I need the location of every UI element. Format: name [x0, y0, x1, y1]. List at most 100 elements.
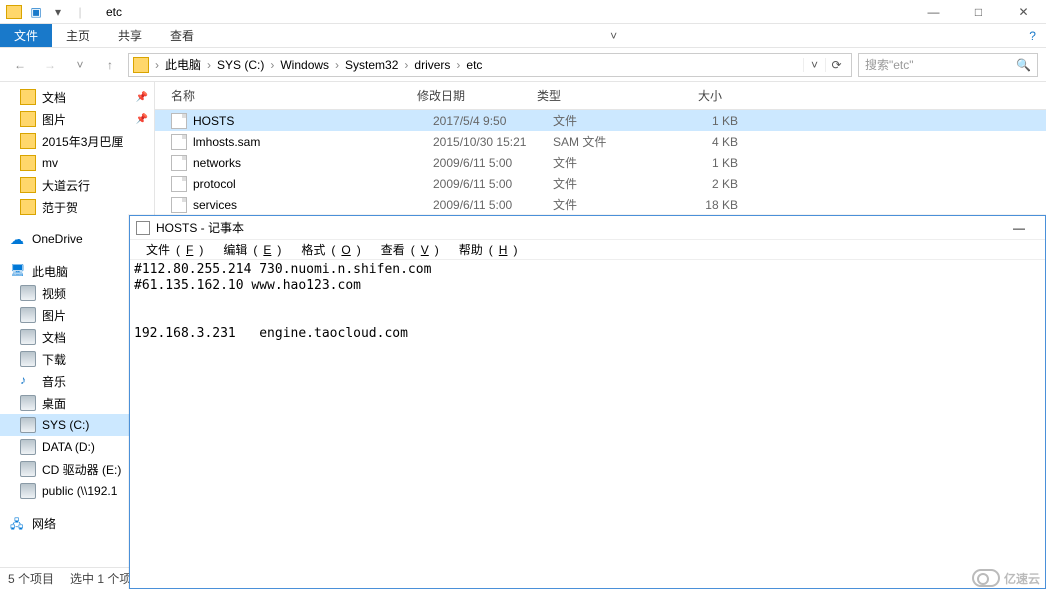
- address-row: ← → ˅ ↑ › 此电脑 › SYS (C:) › Windows › Sys…: [0, 48, 1046, 82]
- ribbon: 文件 主页 共享 查看 ˅ ?: [0, 24, 1046, 48]
- file-name: HOSTS: [193, 114, 433, 128]
- downloads-icon: [20, 351, 36, 367]
- onedrive-icon: ☁: [10, 231, 26, 247]
- table-row[interactable]: networks2009/6/11 5:00文件1 KB: [155, 152, 1046, 173]
- drive-icon: [20, 439, 36, 455]
- search-icon[interactable]: 🔍: [1016, 58, 1031, 72]
- sidebar-item-folder[interactable]: 2015年3月巴厘: [0, 130, 154, 152]
- chevron-right-icon[interactable]: ›: [207, 58, 211, 72]
- folder-icon: [20, 177, 36, 193]
- file-date: 2009/6/11 5:00: [433, 156, 553, 170]
- address-dropdown-icon[interactable]: ˅: [803, 58, 825, 72]
- menu-file[interactable]: 文件(F): [134, 241, 209, 258]
- qat-dropdown-icon[interactable]: ▾: [50, 4, 66, 20]
- file-type: 文件: [553, 175, 663, 192]
- breadcrumb[interactable]: drivers: [410, 58, 454, 72]
- chevron-right-icon[interactable]: ›: [404, 58, 408, 72]
- tab-view[interactable]: 查看: [156, 24, 208, 47]
- folder-icon: [20, 89, 36, 105]
- ribbon-help-icon[interactable]: ?: [1019, 24, 1046, 47]
- table-row[interactable]: services2009/6/11 5:00文件18 KB: [155, 194, 1046, 215]
- col-size[interactable]: 大小: [647, 87, 722, 104]
- sidebar-item-pictures[interactable]: 图片📌: [0, 108, 154, 130]
- tab-home[interactable]: 主页: [52, 24, 104, 47]
- search-input[interactable]: 搜索"etc" 🔍: [858, 53, 1038, 77]
- nav-forward-button[interactable]: →: [38, 53, 62, 77]
- nav-up-button[interactable]: ↑: [98, 53, 122, 77]
- network-icon: 🖧: [10, 515, 26, 531]
- file-date: 2009/6/11 5:00: [433, 177, 553, 191]
- breadcrumb[interactable]: 此电脑: [161, 56, 205, 73]
- notepad-menu[interactable]: 文件(F) 编辑(E) 格式(O) 查看(V) 帮助(H): [130, 240, 1045, 260]
- refresh-icon[interactable]: ⟳: [825, 58, 847, 72]
- watermark-logo-icon: [972, 569, 1000, 587]
- col-name[interactable]: 名称: [171, 87, 417, 104]
- chevron-right-icon[interactable]: ›: [456, 58, 460, 72]
- videos-icon: [20, 285, 36, 301]
- breadcrumb[interactable]: SYS (C:): [213, 58, 268, 72]
- folder-icon: [6, 4, 22, 20]
- close-button[interactable]: ✕: [1001, 0, 1046, 24]
- folder-icon: [20, 155, 36, 171]
- sidebar-item-folder[interactable]: 大道云行: [0, 174, 154, 196]
- breadcrumb[interactable]: Windows: [276, 58, 333, 72]
- notepad-titlebar[interactable]: HOSTS - 记事本 —: [130, 216, 1045, 240]
- ribbon-expand-icon[interactable]: ˅: [600, 24, 627, 47]
- music-icon: ♪: [20, 373, 36, 389]
- drive-icon: [20, 417, 36, 433]
- file-date: 2009/6/11 5:00: [433, 198, 553, 212]
- desktop-icon: [20, 395, 36, 411]
- sidebar-item-documents[interactable]: 文档📌: [0, 86, 154, 108]
- nav-history-dropdown[interactable]: ˅: [68, 53, 92, 77]
- notepad-title: HOSTS - 记事本: [156, 219, 244, 236]
- file-icon: [171, 197, 187, 213]
- chevron-right-icon[interactable]: ›: [335, 58, 339, 72]
- file-type: 文件: [553, 196, 663, 213]
- chevron-right-icon[interactable]: ›: [270, 58, 274, 72]
- pictures-icon: [20, 307, 36, 323]
- tab-share[interactable]: 共享: [104, 24, 156, 47]
- minimize-button[interactable]: —: [911, 0, 956, 24]
- sidebar-item-folder[interactable]: mv: [0, 152, 154, 174]
- notepad-icon: [136, 221, 150, 235]
- table-row[interactable]: HOSTS2017/5/4 9:50文件1 KB: [155, 110, 1046, 131]
- watermark: 亿速云: [972, 569, 1040, 587]
- folder-icon: [20, 199, 36, 215]
- folder-icon: [20, 133, 36, 149]
- table-row[interactable]: protocol2009/6/11 5:00文件2 KB: [155, 173, 1046, 194]
- chevron-right-icon[interactable]: ›: [155, 58, 159, 72]
- network-drive-icon: [20, 483, 36, 499]
- pc-icon: 🖥: [10, 263, 26, 279]
- column-header[interactable]: 名称 修改日期 类型 大小: [155, 82, 1046, 110]
- notepad-textarea[interactable]: #112.80.255.214 730.nuomi.n.shifen.com #…: [130, 260, 1045, 588]
- file-type: SAM 文件: [553, 133, 663, 150]
- tab-file[interactable]: 文件: [0, 24, 52, 47]
- nav-back-button[interactable]: ←: [8, 53, 32, 77]
- cd-icon: [20, 461, 36, 477]
- file-name: protocol: [193, 177, 433, 191]
- file-date: 2015/10/30 15:21: [433, 135, 553, 149]
- explorer-titlebar: ▣ ▾ | etc — □ ✕: [0, 0, 1046, 24]
- table-row[interactable]: lmhosts.sam2015/10/30 15:21SAM 文件4 KB: [155, 131, 1046, 152]
- col-date[interactable]: 修改日期: [417, 87, 537, 104]
- window-title: etc: [106, 5, 122, 19]
- menu-view[interactable]: 查看(V): [369, 241, 445, 258]
- breadcrumb[interactable]: etc: [462, 58, 486, 72]
- search-placeholder: 搜索"etc": [865, 56, 914, 73]
- col-type[interactable]: 类型: [537, 87, 647, 104]
- menu-edit[interactable]: 编辑(E): [211, 241, 287, 258]
- qat-sep-icon: |: [72, 4, 88, 20]
- file-size: 1 KB: [663, 156, 738, 170]
- file-name: lmhosts.sam: [193, 135, 433, 149]
- menu-help[interactable]: 帮助(H): [447, 241, 524, 258]
- qat-props-icon[interactable]: ▣: [28, 4, 44, 20]
- file-size: 4 KB: [663, 135, 738, 149]
- file-type: 文件: [553, 154, 663, 171]
- pin-icon: 📌: [136, 92, 148, 103]
- breadcrumb[interactable]: System32: [341, 58, 402, 72]
- notepad-window[interactable]: HOSTS - 记事本 — 文件(F) 编辑(E) 格式(O) 查看(V) 帮助…: [129, 215, 1046, 589]
- minimize-button[interactable]: —: [999, 221, 1039, 235]
- menu-format[interactable]: 格式(O): [289, 241, 366, 258]
- address-bar[interactable]: › 此电脑 › SYS (C:) › Windows › System32 › …: [128, 53, 852, 77]
- maximize-button[interactable]: □: [956, 0, 1001, 24]
